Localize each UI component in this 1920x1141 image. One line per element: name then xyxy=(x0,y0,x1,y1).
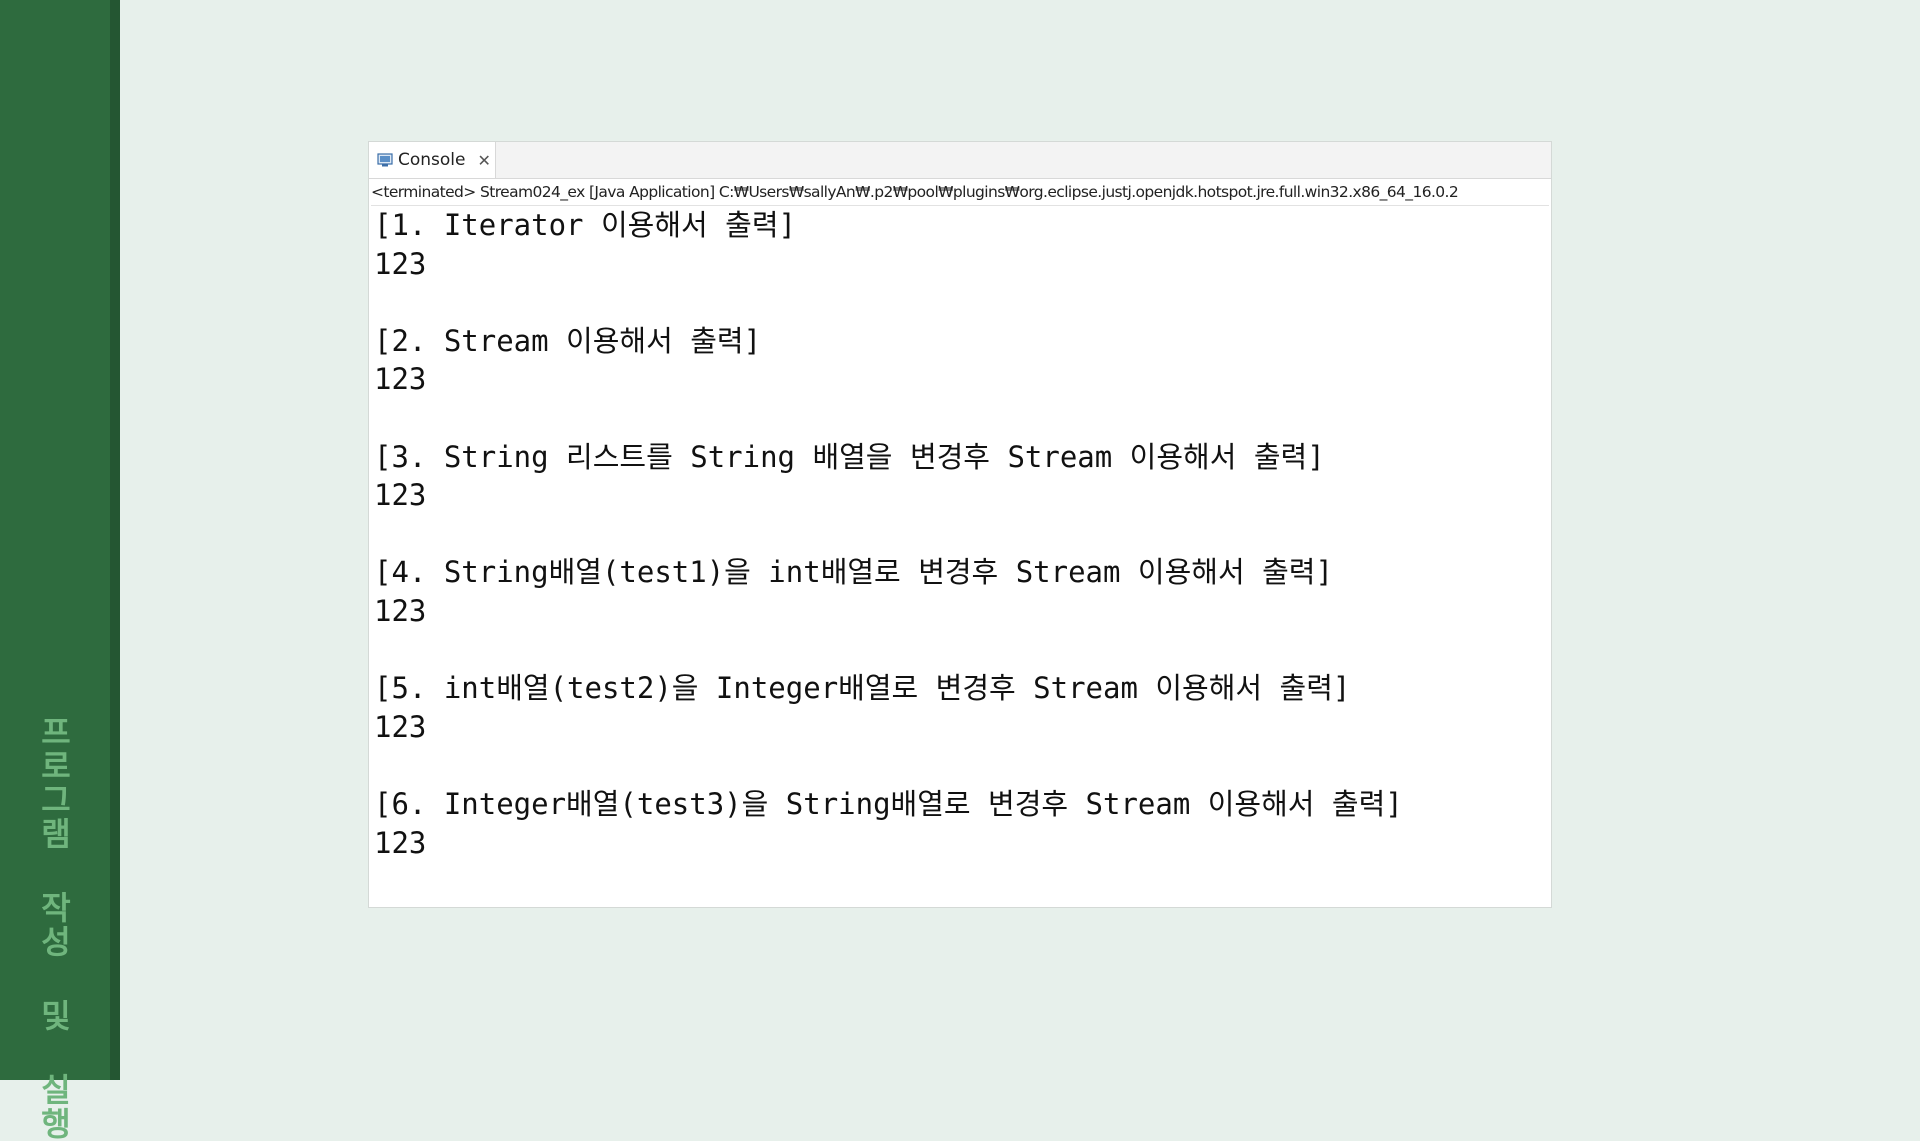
console-icon xyxy=(377,153,393,167)
output-line: 123 xyxy=(374,825,427,860)
output-line: [6. Integer배열(test3)을 String배열로 변경후 Stre… xyxy=(374,786,1403,821)
output-line: [4. String배열(test1)을 int배열로 변경후 Stream 이… xyxy=(374,555,1333,590)
console-window: Console ✕ <terminated> Stream024_ex [Jav… xyxy=(369,142,1551,907)
process-status-line: <terminated> Stream024_ex [Java Applicat… xyxy=(371,179,1549,206)
output-line: [1. Iterator 이용해서 출력] xyxy=(374,208,796,242)
output-line: [3. String 리스트를 String 배열을 변경후 Stream 이용… xyxy=(374,439,1325,474)
sidebar-title: 프로그램 작성 및 실행 xyxy=(35,715,73,1141)
output-line: 123 xyxy=(374,246,427,281)
close-icon[interactable]: ✕ xyxy=(478,151,491,170)
sidebar-edge xyxy=(110,0,120,1080)
output-line: 123 xyxy=(374,362,427,397)
tab-bar: Console ✕ xyxy=(369,142,1551,179)
output-line: [2. Stream 이용해서 출력] xyxy=(374,323,762,358)
output-line: 123 xyxy=(374,709,427,744)
tab-label: Console xyxy=(398,150,466,170)
tab-console[interactable]: Console ✕ xyxy=(369,142,496,178)
output-line: 123 xyxy=(374,478,427,513)
sidebar: 프로그램 작성 및 실행 xyxy=(0,0,110,1141)
output-line: 123 xyxy=(374,593,427,628)
console-output[interactable]: [1. Iterator 이용해서 출력] 123 [2. Stream 이용해… xyxy=(374,206,1544,862)
output-line: [5. int배열(test2)을 Integer배열로 변경후 Stream … xyxy=(374,671,1351,706)
